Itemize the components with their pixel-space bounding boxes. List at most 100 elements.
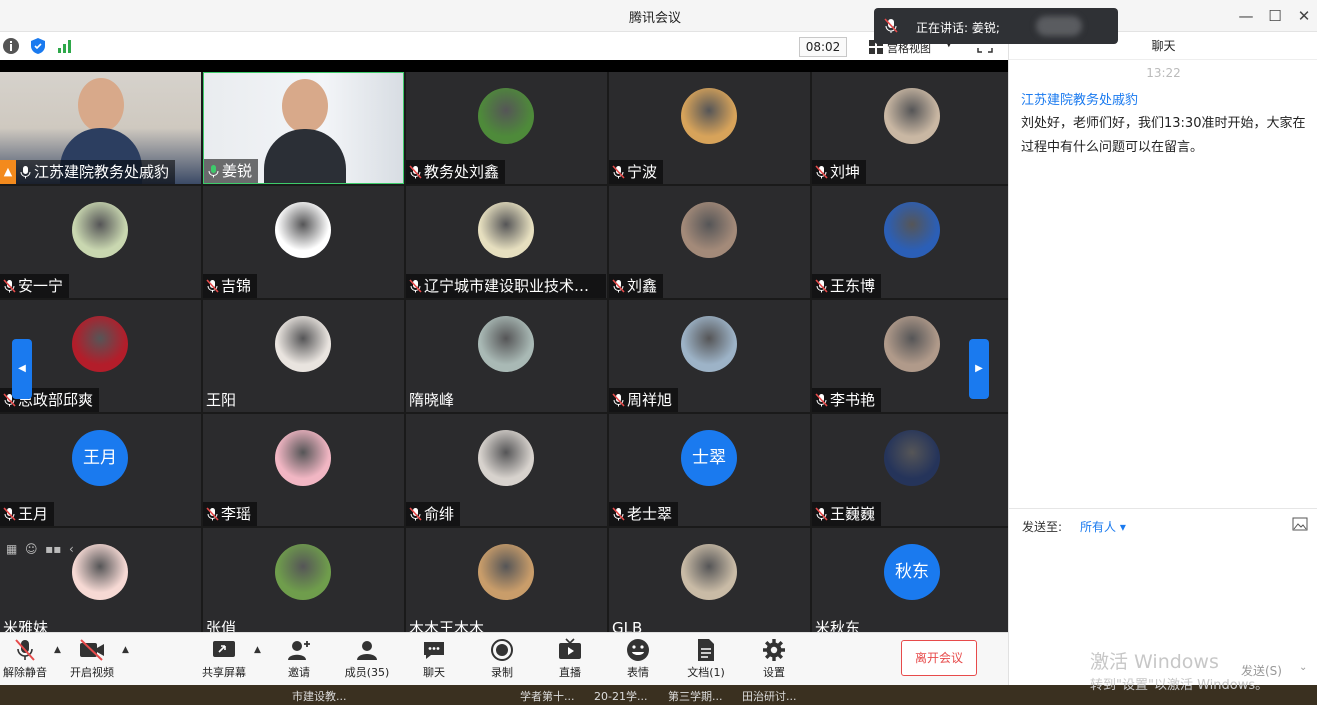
participant-tile[interactable]: 秋东 米秋东: [812, 528, 1008, 632]
participant-tile[interactable]: 王阳: [203, 300, 404, 412]
send-button[interactable]: 发送(S): [1241, 662, 1282, 679]
participant-tile[interactable]: 宁波: [609, 72, 810, 184]
taskbar-item[interactable]: 市建设教...: [292, 688, 347, 704]
participant-tile[interactable]: ▲ 江苏建院教务处戚豹: [0, 72, 201, 184]
taskbar-item[interactable]: 第三学期...: [668, 688, 723, 704]
documents-button[interactable]: 文档(1): [676, 637, 736, 683]
participant-tile[interactable]: 隋晓峰: [406, 300, 607, 412]
maximize-button[interactable]: ☐: [1261, 4, 1289, 28]
share-options-caret[interactable]: ▲: [254, 645, 261, 655]
participant-tile[interactable]: 王月 王月: [0, 414, 201, 526]
chat-timestamp: 13:22: [1146, 66, 1181, 80]
participant-name: 姜锐: [222, 162, 253, 180]
participant-name: 老士翠: [627, 505, 673, 523]
meeting-timer: 08:02: [799, 37, 847, 57]
chat-button[interactable]: 聊天: [404, 637, 464, 683]
invite-button[interactable]: 邀请: [269, 637, 329, 683]
audio-options-caret[interactable]: ▲: [54, 645, 61, 655]
taskbar-item[interactable]: 20-21学...: [594, 688, 647, 704]
participant-avatar: 士翠: [681, 430, 737, 486]
prev-page-button[interactable]: ◀: [12, 339, 32, 399]
participant-name: 教务处刘鑫: [424, 163, 500, 181]
members-button[interactable]: 成员(35): [337, 637, 397, 683]
signal-icon[interactable]: [56, 37, 74, 55]
participant-avatar: [681, 202, 737, 258]
participant-tile[interactable]: 木木王木木: [406, 528, 607, 632]
participant-tile[interactable]: 李瑶: [203, 414, 404, 526]
participant-name: 刘鑫: [627, 277, 658, 295]
taskbar-item[interactable]: 学者第十...: [520, 688, 575, 704]
participant-tile[interactable]: 士翠老士翠: [609, 414, 810, 526]
participant-tile[interactable]: GLB: [609, 528, 810, 632]
info-icon[interactable]: [2, 37, 20, 55]
participant-tile[interactable]: 刘坤: [812, 72, 1008, 184]
participant-tile[interactable]: 周祥旭: [609, 300, 810, 412]
mic-muted-icon: [884, 18, 898, 33]
participant-name: 王阳: [206, 391, 237, 409]
next-page-button[interactable]: ▶: [969, 339, 989, 399]
chevron-left-icon[interactable]: ‹: [69, 542, 74, 556]
live-button[interactable]: 直播: [540, 637, 600, 683]
record-button[interactable]: 录制: [472, 637, 532, 683]
participant-tile[interactable]: 刘鑫: [609, 186, 810, 298]
record-icon: [491, 639, 513, 661]
participant-avatar: [275, 430, 331, 486]
participant-tile[interactable]: 吉锦: [203, 186, 404, 298]
participant-name: 俞绯: [424, 505, 455, 523]
participant-avatar: [681, 544, 737, 600]
participant-tile[interactable]: 辽宁城市建设职业技术学院: [406, 186, 607, 298]
participant-avatar: [478, 316, 534, 372]
close-button[interactable]: ✕: [1290, 4, 1317, 28]
participant-avatar: [275, 544, 331, 600]
speaking-label: 正在讲话: 姜锐;: [916, 21, 1000, 35]
mic-muted-icon: [206, 507, 219, 521]
participant-avatar: [884, 316, 940, 372]
participant-name: 木木王木木: [409, 619, 485, 632]
speaking-toast: 正在讲话: 姜锐;: [874, 8, 1118, 44]
participant-avatar: 王月: [72, 430, 128, 486]
participant-tile[interactable]: 教务处刘鑫: [406, 72, 607, 184]
emoji-icon: [627, 639, 649, 661]
participant-name-bar: 木木王木木: [406, 616, 490, 632]
video-options-caret[interactable]: ▲: [122, 645, 129, 655]
chat-bubble-icon[interactable]: ▪▪: [45, 542, 61, 556]
unmute-button[interactable]: 解除静音: [0, 637, 55, 683]
mic-muted-icon: [612, 279, 625, 293]
chat-panel: 聊天 13:22 江苏建院教务处戚豹 刘处好，老师们好，我们13:30准时开始，…: [1008, 32, 1317, 693]
participant-avatar: [681, 88, 737, 144]
participant-tile[interactable]: 张俏: [203, 528, 404, 632]
share-screen-button[interactable]: 共享屏幕: [194, 637, 254, 683]
add-user-icon: [288, 641, 310, 660]
recipient-select[interactable]: 所有人 ▾: [1080, 518, 1126, 535]
participant-name-bar: 刘坤: [812, 160, 867, 184]
participant-tile[interactable]: 姜锐: [203, 72, 404, 184]
send-to-label: 发送至:: [1022, 520, 1063, 534]
participant-avatar: [884, 88, 940, 144]
participant-tile[interactable]: 安一宁: [0, 186, 201, 298]
taskbar-item[interactable]: 田治研讨...: [742, 688, 797, 704]
participant-avatar: [72, 202, 128, 258]
start-video-label: 开启视频: [70, 666, 114, 679]
bottom-toolbar: 解除静音 ▲ 开启视频 ▲ 共享屏幕 ▲ 邀请 成员(35) 聊天 录制 直播 …: [0, 632, 1008, 685]
participant-name: 江苏建院教务处戚豹: [34, 163, 170, 181]
participant-name-bar: 米秋东: [812, 616, 866, 632]
participant-tile[interactable]: 俞绯: [406, 414, 607, 526]
participant-tile[interactable]: 王巍巍: [812, 414, 1008, 526]
participant-name-bar: 姜锐: [204, 159, 259, 183]
start-video-button[interactable]: 开启视频: [62, 637, 122, 683]
participant-tile[interactable]: 王东博: [812, 186, 1008, 298]
settings-button[interactable]: 设置: [744, 637, 804, 683]
emoji-icon[interactable]: ☺: [25, 542, 38, 556]
participant-name-bar: 隋晓峰: [406, 388, 460, 412]
image-upload-icon[interactable]: [1292, 517, 1308, 531]
leave-meeting-button[interactable]: 离开会议: [901, 640, 977, 676]
send-options-caret[interactable]: ⌄: [1299, 662, 1307, 673]
live-stream-icon: [559, 638, 581, 659]
security-shield-icon[interactable]: [29, 37, 47, 55]
documents-label: 文档(1): [687, 666, 725, 679]
layout-icon[interactable]: ▦: [6, 542, 17, 556]
chat-bubble-icon: [424, 642, 444, 659]
participant-name-bar: 王阳: [203, 388, 242, 412]
minimize-button[interactable]: —: [1232, 4, 1260, 28]
reactions-button[interactable]: 表情: [608, 637, 668, 683]
